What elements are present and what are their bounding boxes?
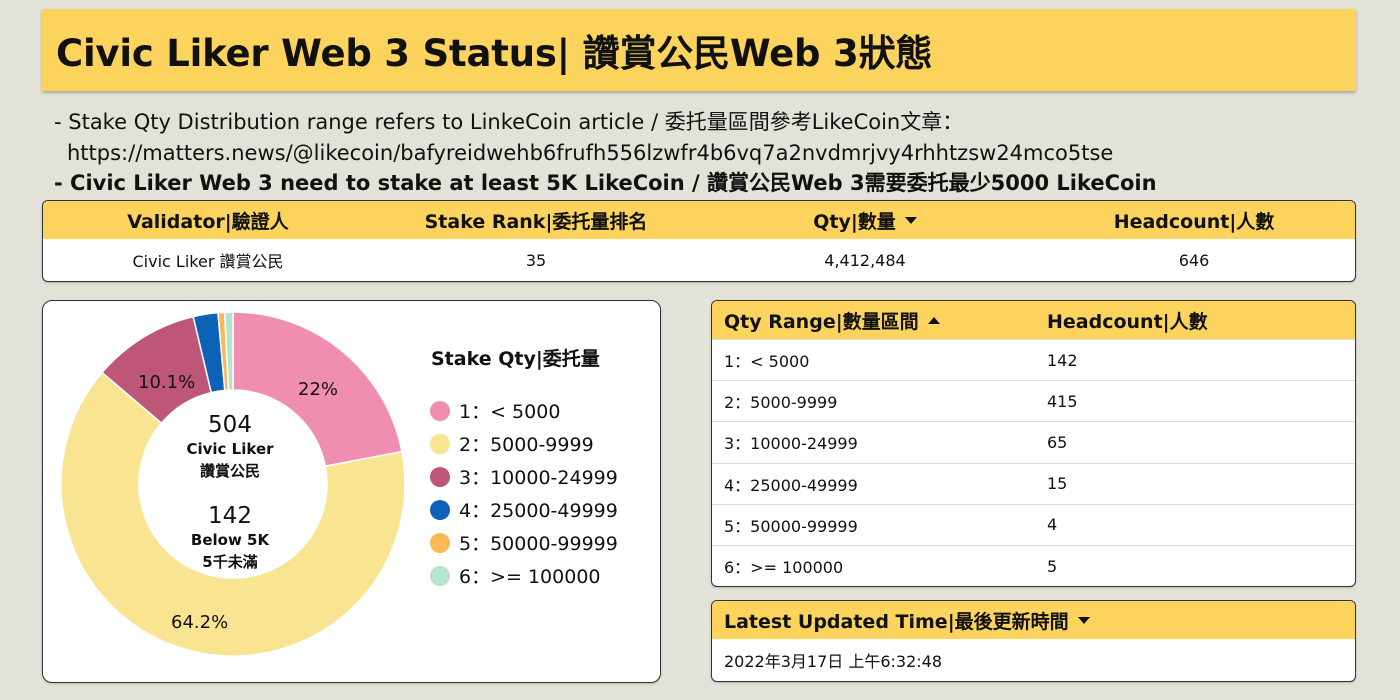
table-row: 1：< 5000 142 bbox=[712, 339, 1355, 380]
cell-stake-rank: 35 bbox=[525, 250, 547, 270]
col-header-label: Qty|數量 bbox=[813, 210, 896, 233]
legend-swatch bbox=[430, 433, 450, 454]
col-header-label: Qty Range|數量區間 bbox=[724, 310, 919, 333]
table-row: Civic Liker 讚賞公民 35 4,412,484 646 bbox=[43, 239, 1355, 281]
notes: - Stake Qty Distribution range refers to… bbox=[54, 107, 1354, 199]
validator-table-header: Validator|驗證人 Stake Rank|委托量排名 Qty|數量 He… bbox=[43, 201, 1355, 239]
cell-qty-range: 4：25000-49999 bbox=[724, 475, 858, 495]
legend-item-4[interactable]: 4：25000-49999 bbox=[430, 496, 618, 523]
article-link[interactable]: https://matters.news/@likecoin/bafyreidw… bbox=[54, 138, 1354, 169]
legend-item-5[interactable]: 5：50000-99999 bbox=[430, 529, 618, 556]
col-header-qty-range[interactable]: Qty Range|數量區間 bbox=[712, 301, 1035, 339]
cell-validator: Civic Liker 讚賞公民 bbox=[132, 252, 284, 271]
table-row: 6：>= 100000 5 bbox=[712, 544, 1355, 586]
legend-label: 1：< 5000 bbox=[459, 401, 561, 423]
sort-descending-icon[interactable] bbox=[1077, 616, 1090, 624]
latest-updated-panel: Latest Updated Time|最後更新時間 2022年3月17日 上午… bbox=[711, 600, 1356, 682]
col-header-validator[interactable]: Validator|驗證人 bbox=[43, 201, 373, 239]
cell-headcount: 4 bbox=[1047, 515, 1058, 535]
legend-item-3[interactable]: 3：10000-24999 bbox=[430, 463, 618, 490]
cell-headcount: 415 bbox=[1047, 391, 1078, 411]
cell-qty-range: 1：< 5000 bbox=[724, 352, 810, 372]
sort-ascending-icon[interactable] bbox=[927, 316, 940, 324]
cell-headcount: 65 bbox=[1047, 432, 1068, 452]
col-header-label: Headcount|人數 bbox=[1113, 210, 1275, 233]
table-row: 4：25000-49999 15 bbox=[712, 462, 1355, 504]
data-label-slice-3: 10.1% bbox=[138, 372, 196, 393]
updated-value: 2022年3月17日 上午6:32:48 bbox=[724, 652, 943, 671]
range-table-header: Qty Range|數量區間 Headcount|人數 bbox=[712, 301, 1355, 339]
cell-qty-range: 6：>= 100000 bbox=[724, 558, 844, 578]
legend-label: 2：5000-9999 bbox=[459, 434, 594, 456]
cell-headcount: 646 bbox=[1178, 250, 1210, 270]
legend-label: 6：>= 100000 bbox=[459, 566, 601, 588]
legend-title: Stake Qty|委托量 bbox=[431, 348, 600, 370]
col-header-headcount[interactable]: Headcount|人數 bbox=[1035, 301, 1355, 339]
center-label-1a: Civic Liker bbox=[186, 440, 274, 458]
data-label-slice-1: 22% bbox=[298, 379, 339, 400]
note-line-3: - Civic Liker Web 3 need to stake at lea… bbox=[54, 171, 1157, 195]
col-header-label: Stake Rank|委托量排名 bbox=[424, 210, 648, 233]
updated-header[interactable]: Latest Updated Time|最後更新時間 bbox=[712, 601, 1355, 639]
legend-item-1[interactable]: 1：< 5000 bbox=[430, 397, 560, 424]
data-label-slice-2: 64.2% bbox=[171, 612, 229, 633]
col-header-label: Validator|驗證人 bbox=[127, 210, 289, 233]
center-total: 504 bbox=[208, 412, 252, 438]
header-bar: Civic Liker Web 3 Status| 讚賞公民Web 3狀態 bbox=[42, 9, 1356, 91]
legend-swatch bbox=[430, 565, 450, 586]
cell-headcount: 15 bbox=[1047, 474, 1068, 494]
cell-qty-range: 3：10000-24999 bbox=[724, 434, 858, 454]
legend-swatch bbox=[430, 466, 450, 487]
col-header-label: Headcount|人數 bbox=[1047, 310, 1208, 333]
range-table-body: 1：< 5000 142 2：5000-9999 415 3：10000-24999 65… bbox=[712, 339, 1355, 586]
col-header-headcount[interactable]: Headcount|人數 bbox=[1031, 201, 1355, 239]
legend-swatch bbox=[430, 499, 450, 520]
col-header-stake-rank[interactable]: Stake Rank|委托量排名 bbox=[373, 201, 699, 239]
legend-item-2[interactable]: 2：5000-9999 bbox=[430, 430, 594, 457]
cell-qty-range: 2：5000-9999 bbox=[724, 393, 838, 413]
updated-header-label: Latest Updated Time|最後更新時間 bbox=[724, 610, 1069, 633]
center-group-2: 142 Below 5K 5千未滿 bbox=[140, 503, 320, 573]
center-label-1b: 讚賞公民 bbox=[199, 462, 260, 480]
center-group-1: 504 Civic Liker 讚賞公民 bbox=[140, 412, 320, 482]
legend-label: 3：10000-24999 bbox=[459, 467, 618, 489]
cell-headcount: 142 bbox=[1047, 350, 1078, 370]
legend-swatch bbox=[430, 532, 450, 553]
cell-qty: 4,412,484 bbox=[824, 250, 906, 270]
center-label-2a: Below 5K bbox=[190, 531, 270, 549]
sort-descending-icon[interactable] bbox=[904, 216, 917, 224]
table-row: 3：10000-24999 65 bbox=[712, 421, 1355, 462]
cell-qty-range: 5：50000-99999 bbox=[724, 516, 858, 536]
validator-table: Validator|驗證人 Stake Rank|委托量排名 Qty|數量 He… bbox=[42, 200, 1356, 282]
center-label-2b: 5千未滿 bbox=[202, 553, 258, 571]
legend-item-6[interactable]: 6：>= 100000 bbox=[430, 562, 601, 589]
col-header-qty[interactable]: Qty|數量 bbox=[699, 201, 1031, 239]
legend-label: 5：50000-99999 bbox=[459, 533, 618, 555]
legend-label: 4：25000-49999 bbox=[459, 500, 618, 522]
cell-headcount: 5 bbox=[1047, 556, 1058, 576]
table-row: 5：50000-99999 4 bbox=[712, 503, 1355, 545]
table-row: 2：5000-9999 415 bbox=[712, 380, 1355, 421]
center-below-5k: 142 bbox=[208, 503, 252, 529]
page-title: Civic Liker Web 3 Status| 讚賞公民Web 3狀態 bbox=[56, 32, 933, 75]
qty-range-table: Qty Range|數量區間 Headcount|人數 1：< 5000 142 2… bbox=[711, 300, 1356, 587]
legend-swatch bbox=[430, 400, 450, 421]
note-line-1: - Stake Qty Distribution range refers to… bbox=[54, 110, 964, 134]
